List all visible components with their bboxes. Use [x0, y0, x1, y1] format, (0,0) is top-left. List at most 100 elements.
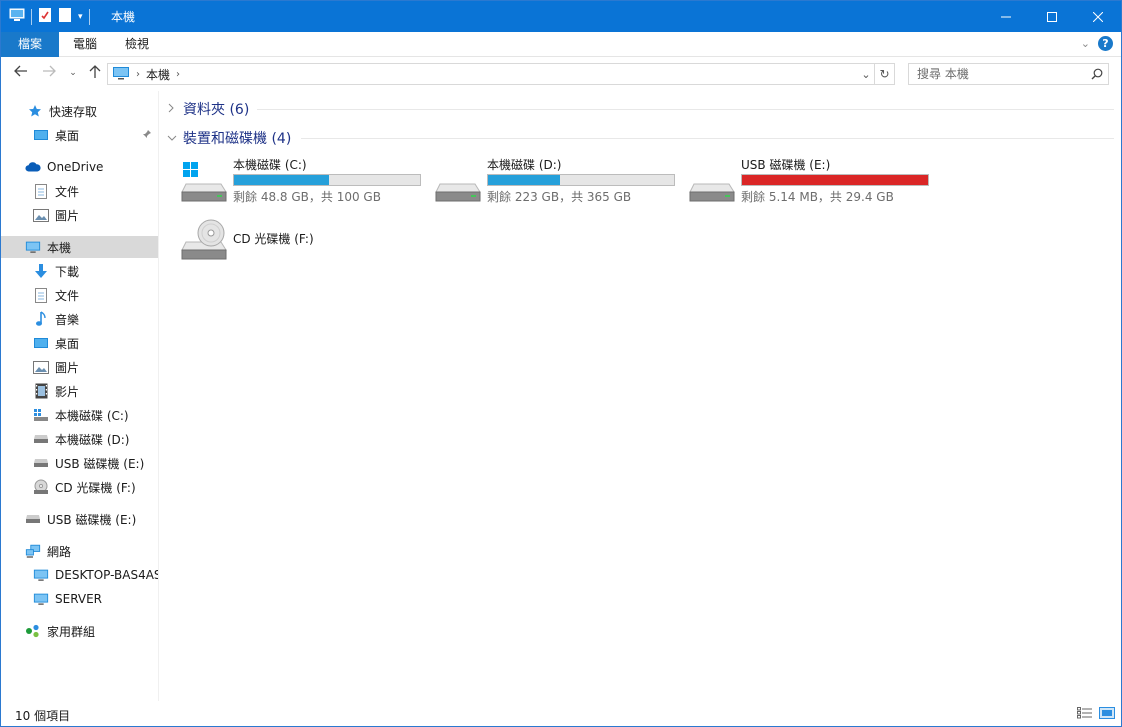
help-icon[interactable]: ?	[1098, 36, 1113, 51]
desktop-icon	[33, 335, 49, 351]
computer-icon	[9, 8, 25, 25]
sidebar-item-videos[interactable]: 影片	[1, 380, 158, 402]
drive-name: USB 磁碟機 (E:)	[741, 158, 831, 172]
drive-usage-bar	[741, 174, 929, 186]
computer-icon	[25, 239, 41, 255]
drive-tile-c[interactable]: 本機磁碟 (C:) 剩餘 48.8 GB，共 100 GB	[181, 156, 431, 208]
drive-usage-fill	[234, 175, 330, 185]
picture-icon	[33, 207, 49, 223]
window-title: 本機	[111, 10, 136, 24]
document-icon	[33, 183, 49, 199]
sidebar-item-downloads[interactable]: 下載	[1, 260, 158, 282]
drive-tile-d[interactable]: 本機磁碟 (D:) 剩餘 223 GB，共 365 GB	[435, 156, 685, 208]
drive-tile-f[interactable]: CD 光碟機 (F:)	[181, 214, 431, 266]
recent-locations-icon[interactable]: ⌄	[65, 65, 81, 81]
sidebar-item-usb-root[interactable]: USB 磁碟機 (E:)	[1, 508, 158, 530]
cd-drive-icon	[181, 218, 229, 262]
cloud-icon	[25, 159, 41, 175]
expand-ribbon-icon[interactable]: ⌄	[1081, 37, 1090, 50]
sidebar-item-network[interactable]: 網路	[1, 540, 158, 562]
drive-usage-bar	[233, 174, 421, 186]
back-arrow-icon[interactable]	[13, 65, 29, 81]
star-icon	[27, 103, 43, 119]
sidebar-item-homegroup[interactable]: 家用群組	[1, 620, 158, 642]
sidebar-item-desktop[interactable]: 桌面	[1, 332, 158, 354]
usb-drive-icon	[25, 511, 41, 527]
drive-name: CD 光碟機 (F:)	[233, 232, 314, 246]
close-button[interactable]	[1075, 1, 1121, 32]
pin-icon[interactable]	[142, 128, 152, 142]
ribbon-tabs: 檔案 電腦 檢視 ⌄ ?	[1, 32, 1121, 57]
drive-name: 本機磁碟 (D:)	[487, 158, 562, 172]
sidebar-item-pictures[interactable]: 圖片	[1, 356, 158, 378]
document-icon	[33, 287, 49, 303]
new-folder-icon[interactable]	[58, 7, 72, 26]
maximize-button[interactable]	[1029, 1, 1075, 32]
status-bar: 10 個項目	[1, 703, 1121, 726]
drive-name: 本機磁碟 (C:)	[233, 158, 307, 172]
toolbar-separator	[31, 8, 32, 25]
sidebar-item-drive-e[interactable]: USB 磁碟機 (E:)	[1, 452, 158, 474]
sidebar-item-this-pc[interactable]: 本機	[1, 236, 158, 258]
film-icon	[33, 383, 49, 399]
sidebar-item-drive-c[interactable]: 本機磁碟 (C:)	[1, 404, 158, 426]
sidebar-item-onedrive[interactable]: OneDrive	[1, 156, 158, 178]
group-divider	[301, 138, 1114, 139]
toolbar-separator	[88, 8, 90, 25]
system-drive-icon	[33, 407, 49, 423]
minimize-button[interactable]	[983, 1, 1029, 32]
search-input[interactable]	[917, 67, 1086, 81]
sidebar-item-drive-d[interactable]: 本機磁碟 (D:)	[1, 428, 158, 450]
up-arrow-icon[interactable]	[87, 65, 103, 81]
tab-computer[interactable]: 電腦	[59, 32, 111, 57]
breadcrumb-chevron-icon[interactable]: ›	[176, 69, 180, 80]
file-explorer-window: ▾ 本機 檔案 電腦 檢視 ⌄ ? ⌄ › 本機 › ⌄ ↻ 搜尋 本機 快速存…	[0, 0, 1122, 727]
computer-icon	[112, 66, 130, 83]
sidebar-item-music[interactable]: 音樂	[1, 308, 158, 330]
tab-file[interactable]: 檔案	[1, 32, 59, 57]
search-box[interactable]	[908, 63, 1109, 85]
usb-drive-icon	[689, 160, 737, 204]
music-note-icon	[33, 311, 49, 327]
item-count: 10 個項目	[15, 709, 71, 723]
hard-drive-icon	[435, 160, 483, 204]
desktop-icon	[33, 127, 49, 143]
refresh-button[interactable]: ↻	[875, 63, 895, 85]
chevron-right-icon[interactable]	[167, 103, 181, 116]
forward-arrow-icon[interactable]	[41, 65, 57, 81]
group-header-folders[interactable]: 資料夾 (6)	[167, 98, 249, 120]
sidebar-item-documents[interactable]: 文件	[1, 284, 158, 306]
hard-drive-icon	[33, 431, 49, 447]
homegroup-icon	[25, 623, 41, 639]
sidebar-item-quick-access[interactable]: 快速存取	[1, 100, 158, 122]
title-bar: ▾ 本機	[1, 1, 1121, 32]
group-header-devices[interactable]: 裝置和磁碟機 (4)	[167, 127, 291, 149]
system-drive-icon	[181, 160, 229, 204]
address-bar[interactable]: › 本機 › ⌄	[107, 63, 875, 85]
address-dropdown-icon[interactable]: ⌄	[858, 68, 874, 81]
drive-tile-e[interactable]: USB 磁碟機 (E:) 剩餘 5.14 MB，共 29.4 GB	[689, 156, 939, 208]
breadcrumb-this-pc[interactable]: 本機	[146, 66, 170, 83]
network-icon	[25, 543, 41, 559]
customize-toolbar-icon[interactable]: ▾	[78, 12, 83, 22]
download-arrow-icon	[33, 263, 49, 279]
sidebar-item-onedrive-pictures[interactable]: 圖片	[1, 204, 158, 226]
sidebar-item-desktop-pinned[interactable]: 桌面	[1, 124, 158, 146]
cd-drive-icon	[33, 479, 49, 495]
breadcrumb-chevron-icon[interactable]: ›	[136, 69, 140, 80]
drive-usage-fill	[742, 175, 928, 185]
picture-icon	[33, 359, 49, 375]
search-icon[interactable]	[1086, 68, 1108, 80]
properties-icon[interactable]	[38, 7, 52, 26]
drive-free-space: 剩餘 48.8 GB，共 100 GB	[233, 190, 381, 204]
sidebar-item-net-server[interactable]: SERVER	[1, 588, 158, 610]
drive-usage-bar	[487, 174, 675, 186]
sidebar-item-net-desktop[interactable]: DESKTOP-BAS4AS	[1, 564, 158, 586]
sidebar-item-onedrive-documents[interactable]: 文件	[1, 180, 158, 202]
usb-drive-icon	[33, 455, 49, 471]
chevron-down-icon[interactable]	[167, 132, 181, 145]
sidebar-item-drive-f[interactable]: CD 光碟機 (F:)	[1, 476, 158, 498]
tab-view[interactable]: 檢視	[111, 32, 163, 57]
details-view-icon[interactable]	[1077, 707, 1093, 722]
large-icons-view-icon[interactable]	[1099, 707, 1115, 722]
